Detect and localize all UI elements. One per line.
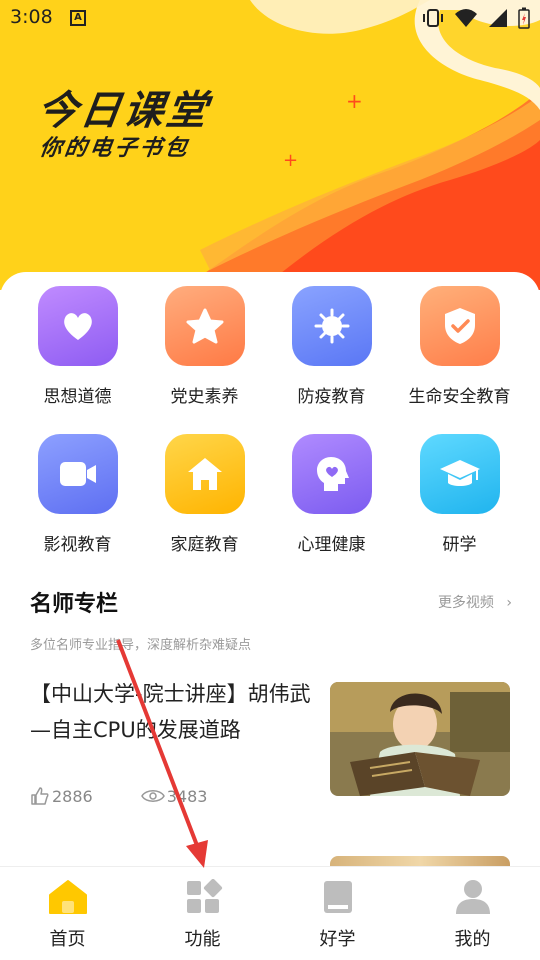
status-time: 3:08 — [10, 6, 53, 28]
graduation-cap-icon — [419, 434, 500, 514]
views-stat: 3483 — [140, 786, 208, 806]
category-label: 生命安全教育 — [408, 387, 511, 407]
more-videos-label: 更多视频 — [437, 595, 494, 611]
nav-label: 功能 — [184, 929, 221, 950]
category-label: 影视教育 — [43, 535, 112, 555]
star-icon — [164, 286, 245, 366]
nav-mine[interactable]: 我的 — [405, 879, 540, 951]
category-label: 家庭教育 — [170, 535, 239, 555]
person-icon — [455, 880, 490, 914]
hero-subtitle: 你的电子书包 — [37, 136, 192, 161]
head-heart-icon — [291, 434, 372, 514]
status-bar: 3:08 A — [0, 0, 540, 36]
nav-home[interactable]: 首页 — [0, 879, 135, 951]
video-camera-icon — [37, 434, 118, 514]
more-videos-link[interactable]: 更多视频 › — [438, 592, 512, 612]
category-label: 防疫教育 — [297, 387, 366, 407]
thumbs-up-icon — [31, 787, 49, 805]
content-card: 思想道德 党史素养 防疫教育 生命安全教育 影视教育 家庭教育 心理健康 研学 … — [0, 272, 540, 872]
category-label: 思想道德 — [43, 387, 112, 407]
category-防疫教育[interactable]: 防疫教育 — [264, 286, 399, 407]
book-icon — [323, 881, 352, 913]
nav-functions[interactable]: 功能 — [135, 878, 270, 951]
likes-stat[interactable]: 2886 — [30, 786, 93, 806]
hero-banner: + + 今日课堂 你的电子书包 — [0, 0, 540, 290]
bottom-nav: 首页 功能 好学 我的 — [0, 866, 540, 960]
battery-icon — [518, 7, 530, 29]
nav-label: 好学 — [319, 929, 356, 950]
nav-label: 我的 — [454, 929, 491, 950]
svg-text:+: + — [283, 150, 298, 171]
house-icon — [164, 434, 245, 514]
category-生命安全教育[interactable]: 生命安全教育 — [392, 286, 527, 407]
vibrate-icon — [423, 9, 443, 27]
home-icon — [48, 880, 87, 914]
likes-count: 2886 — [52, 786, 93, 806]
svg-text:+: + — [346, 89, 363, 113]
hero-title: 今日课堂 — [34, 88, 213, 134]
article-thumbnail[interactable] — [330, 682, 510, 796]
heart-icon — [37, 286, 118, 366]
virus-icon — [291, 286, 372, 366]
eye-icon — [140, 790, 165, 802]
views-count: 3483 — [166, 786, 208, 806]
category-家庭教育[interactable]: 家庭教育 — [137, 434, 272, 555]
app-notification-icon: A — [70, 10, 86, 26]
signal-icon — [489, 9, 507, 27]
shield-icon — [419, 286, 500, 366]
apps-icon — [186, 878, 222, 913]
category-党史素养[interactable]: 党史素养 — [137, 286, 272, 407]
category-label: 心理健康 — [297, 535, 366, 555]
category-心理健康[interactable]: 心理健康 — [264, 434, 399, 555]
chevron-right-icon: › — [506, 595, 512, 611]
category-思想道德[interactable]: 思想道德 — [10, 286, 145, 407]
article-stats: 2886 3483 — [30, 786, 207, 806]
section-title: 名师专栏 — [30, 592, 119, 617]
category-研学[interactable]: 研学 — [392, 434, 527, 555]
category-影视教育[interactable]: 影视教育 — [10, 434, 145, 555]
category-label: 研学 — [442, 535, 477, 555]
category-label: 党史素养 — [170, 387, 239, 407]
article-title[interactable]: 【中山大学-院士讲座】胡伟武—自主CPU的发展道路 — [30, 676, 320, 748]
section-subtitle: 多位名师专业指导，深度解析杂难疑点 — [30, 638, 252, 653]
nav-label: 首页 — [49, 929, 86, 950]
nav-study[interactable]: 好学 — [270, 879, 405, 951]
wifi-icon — [455, 9, 477, 27]
